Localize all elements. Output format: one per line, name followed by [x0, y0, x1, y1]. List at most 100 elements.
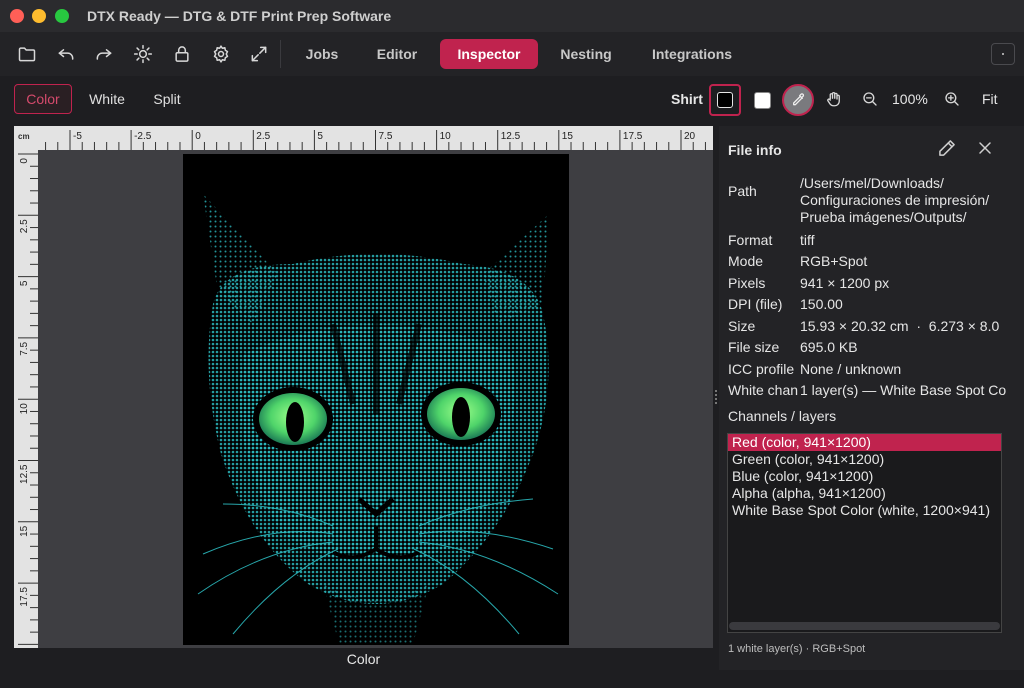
vertical-ruler: 02.557.51012.51517.520	[14, 150, 38, 670]
window-title: DTX Ready — DTG & DTF Print Prep Softwar…	[87, 8, 392, 24]
gear-icon[interactable]	[207, 40, 235, 68]
info-row-mode: Mode RGB+Spot	[728, 253, 1024, 271]
view-toolbar: Color White Split Shirt 100% Fit	[0, 76, 1024, 122]
close-button[interactable]	[975, 138, 997, 160]
eyedropper-icon	[793, 93, 805, 106]
info-value-path: /Users/mel/Downloads/ Configuraciones de…	[800, 175, 990, 225]
info-value: RGB+Spot	[800, 253, 868, 269]
info-key: ICC profile	[728, 361, 795, 377]
canvas-area[interactable]: -5 -2.5 0 2.5 5 7.5 10 12.5 15 17.5 20 0 2.5 5 7.5 10 1…	[14, 126, 713, 670]
info-key: Size	[728, 318, 756, 334]
window-close-button[interactable]	[10, 9, 24, 23]
zoom-level: 100%	[892, 91, 928, 107]
info-key: File size	[728, 339, 780, 355]
info-row-white-channel: White chan 1 layer(s) — White Base Spot …	[728, 382, 1024, 400]
ruler-unit-label: cm	[14, 126, 38, 150]
ruler-label: 10	[440, 131, 452, 142]
artwork-preview[interactable]	[183, 154, 569, 645]
canvas-view-caption: Color	[14, 648, 713, 670]
ruler-label: 2.5	[19, 219, 30, 233]
panel-toggle-button[interactable]	[991, 43, 1015, 65]
folder-icon[interactable]	[13, 40, 41, 68]
brightness-icon[interactable]	[129, 40, 157, 68]
window-bottom-edge	[0, 670, 1024, 688]
horizontal-ruler-ticks: -5 -2.5 0 2.5 5 7.5 10 12.5 15 17.5 20	[45, 130, 706, 150]
redo-icon[interactable]	[90, 40, 118, 68]
ruler-label: 17.5	[19, 587, 30, 607]
info-row-file-size: File size 695.0 KB	[728, 339, 1024, 357]
shirt-color-label: Shirt	[671, 91, 703, 107]
zoom-in-icon[interactable]	[941, 88, 963, 110]
inspector-panel: File info Path /Users/mel/Downloads/ Con…	[719, 126, 1024, 670]
info-key: Pixels	[728, 275, 766, 291]
cat-artwork-image	[197, 194, 559, 644]
dot-icon	[1002, 53, 1004, 55]
shirt-color-white-swatch[interactable]	[746, 84, 778, 116]
info-key: Mode	[728, 253, 764, 269]
lock-icon[interactable]	[168, 40, 196, 68]
hand-pan-icon[interactable]	[823, 88, 845, 110]
info-value: 15.93 × 20.32 cm · 6.273 × 8.0	[800, 318, 1000, 334]
ruler-label: 2.5	[256, 131, 270, 142]
edit-button[interactable]	[937, 138, 959, 160]
ruler-label: -5	[73, 131, 82, 142]
info-value: tiff	[800, 232, 815, 248]
info-value: None / unknown	[800, 361, 902, 377]
window-maximize-button[interactable]	[55, 9, 69, 23]
info-value: 695.0 KB	[800, 339, 858, 355]
tab-jobs[interactable]: Jobs	[296, 39, 348, 69]
info-key: DPI (file)	[728, 296, 783, 312]
pencil-icon	[939, 140, 955, 156]
black-swatch-chip	[717, 92, 733, 108]
ruler-label: 0	[19, 158, 30, 164]
title-bar: DTX Ready — DTG & DTF Print Prep Softwar…	[0, 0, 1024, 32]
info-row-size: Size 15.93 × 20.32 cm · 6.273 × 8.0	[728, 318, 1024, 336]
channel-item[interactable]: Green (color, 941×1200)	[728, 451, 1001, 468]
toolbar-divider	[280, 40, 281, 68]
channel-item[interactable]: Blue (color, 941×1200)	[728, 468, 1001, 485]
horizontal-ruler: -5 -2.5 0 2.5 5 7.5 10 12.5 15 17.5 20	[14, 126, 713, 150]
ruler-label: 12.5	[19, 464, 30, 484]
ruler-label: 12.5	[501, 131, 521, 142]
close-icon	[979, 142, 991, 154]
panel-title: File info	[728, 142, 782, 158]
tab-inspector[interactable]: Inspector	[440, 39, 538, 69]
channels-label: Channels / layers	[728, 408, 837, 424]
ruler-label: 5	[317, 131, 323, 142]
expand-icon[interactable]	[245, 40, 273, 68]
channel-item[interactable]: White Base Spot Color (white, 1200×941)	[728, 502, 1001, 519]
info-key: White chan	[728, 382, 799, 398]
splitter-grip-icon[interactable]	[715, 390, 717, 404]
tab-integrations[interactable]: Integrations	[642, 39, 742, 69]
tab-nesting[interactable]: Nesting	[554, 39, 618, 69]
ruler-label: 5	[19, 280, 30, 286]
shirt-color-black-swatch[interactable]	[709, 84, 741, 116]
undo-icon[interactable]	[52, 40, 80, 68]
eyedropper-button[interactable]	[782, 84, 814, 116]
white-swatch-chip	[753, 91, 771, 109]
tab-editor[interactable]: Editor	[368, 39, 426, 69]
panel-footer-status: 1 white layer(s) · RGB+Spot	[728, 643, 866, 655]
vertical-ruler-ticks: 02.557.51012.51517.520	[18, 153, 38, 670]
ruler-label: 15	[562, 131, 574, 142]
view-mode-white[interactable]: White	[80, 84, 134, 114]
info-row-icc-profile: ICC profile None / unknown	[728, 361, 1024, 379]
channel-item[interactable]: Alpha (alpha, 941×1200)	[728, 485, 1001, 502]
info-row-path: Path /Users/mel/Downloads/ Configuracion…	[728, 175, 1024, 229]
horizontal-scrollbar[interactable]	[729, 622, 1000, 630]
ruler-label: 7.5	[19, 341, 30, 355]
view-mode-split[interactable]: Split	[142, 84, 192, 114]
window-minimize-button[interactable]	[32, 9, 46, 23]
info-value: 1 layer(s) — White Base Spot Co	[800, 382, 1007, 398]
channel-item[interactable]: Red (color, 941×1200)	[728, 434, 1001, 451]
zoom-out-icon[interactable]	[859, 88, 881, 110]
ruler-label: 20	[684, 131, 696, 142]
info-value: 941 × 1200 px	[800, 275, 890, 291]
ruler-label: 17.5	[623, 131, 643, 142]
channels-list[interactable]: Red (color, 941×1200) Green (color, 941×…	[727, 433, 1002, 633]
info-key-path: Path	[728, 183, 757, 199]
info-row-dpi: DPI (file) 150.00	[728, 296, 1024, 314]
fit-button[interactable]: Fit	[982, 91, 998, 107]
view-mode-color[interactable]: Color	[14, 84, 72, 114]
ruler-label: 15	[19, 525, 30, 537]
